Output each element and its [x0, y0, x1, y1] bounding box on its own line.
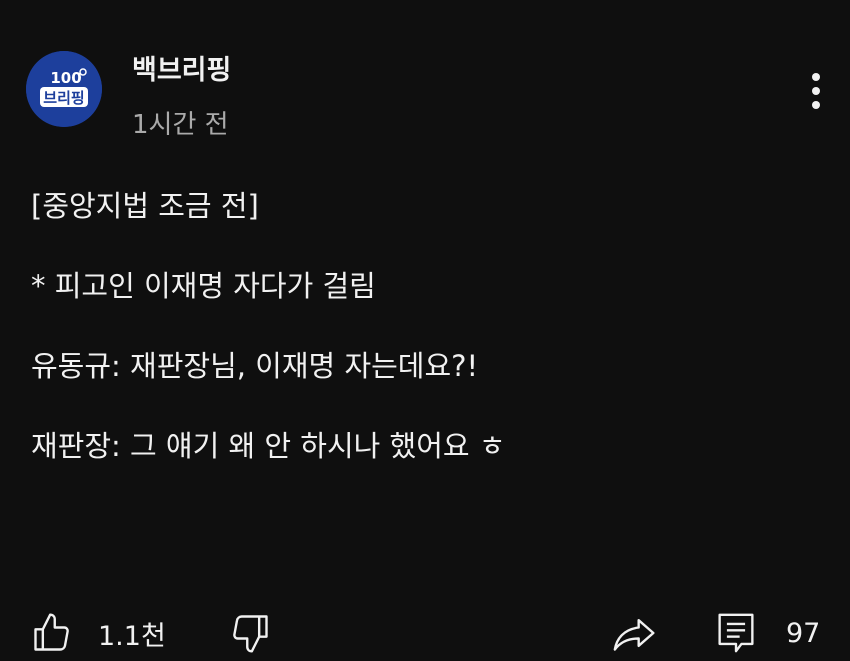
like-count: 1.1천: [98, 620, 166, 652]
post-line: 재판장: 그 얘기 왜 안 하시나 했어요 ㅎ: [31, 429, 506, 463]
post-line-blank: [31, 306, 831, 346]
svg-text:100: 100: [50, 69, 81, 87]
dislike-button[interactable]: [228, 608, 272, 658]
more-vert-icon: [812, 73, 820, 109]
comment-count: 97: [786, 617, 821, 649]
comments-button[interactable]: 97: [716, 608, 820, 658]
thumbs-up-icon: [34, 613, 69, 651]
share-icon: [613, 618, 655, 651]
post-line: [중앙지법 조금 전]: [31, 189, 259, 223]
share-button[interactable]: [610, 608, 660, 658]
more-options-button[interactable]: [796, 68, 836, 114]
like-button[interactable]: 1.1천: [30, 608, 166, 658]
channel-avatar[interactable]: 100 브리핑: [26, 51, 102, 127]
channel-name[interactable]: 백브리핑: [132, 48, 231, 87]
post-body: [중앙지법 조금 전] * 피고인 이재명 자다가 걸림 유동규: 재판장님, …: [31, 186, 831, 466]
post-timestamp: 1시간 전: [132, 110, 229, 140]
channel-logo: 100 브리핑: [26, 51, 102, 127]
post-line: 유동규: 재판장님, 이재명 자는데요?!: [31, 349, 479, 383]
thumbs-down-icon: [233, 615, 268, 653]
post-line-blank: [31, 226, 831, 266]
comment-icon: [718, 613, 754, 653]
post-line-blank: [31, 386, 831, 426]
svg-text:브리핑: 브리핑: [43, 89, 84, 107]
post-line: * 피고인 이재명 자다가 걸림: [31, 269, 376, 303]
